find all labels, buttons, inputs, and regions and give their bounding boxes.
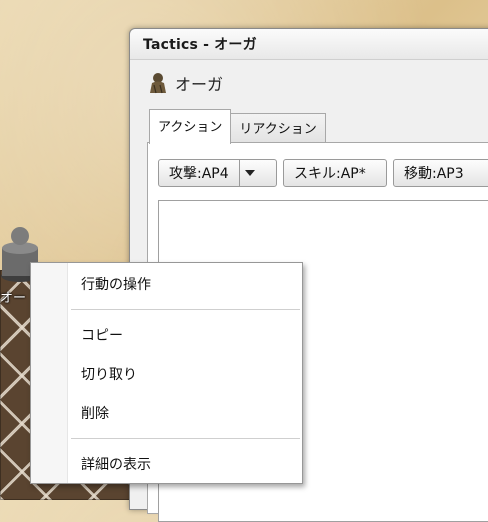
- menu-item-show-details[interactable]: 詳細の表示: [81, 454, 151, 474]
- menu-item-copy[interactable]: コピー: [81, 325, 123, 345]
- menu-item-action-operation[interactable]: 行動の操作: [81, 274, 151, 294]
- tab-bar: アクション リアクション: [149, 109, 326, 144]
- chevron-down-icon[interactable]: [240, 160, 260, 186]
- game-piece-label: オー: [0, 291, 27, 306]
- skill-button[interactable]: スキル:AP*: [283, 159, 387, 187]
- menu-item-delete[interactable]: 削除: [81, 403, 109, 423]
- move-button-label: 移動:AP3: [404, 166, 464, 182]
- attack-split-button[interactable]: 攻撃:AP4: [158, 159, 277, 187]
- context-menu: 行動の操作 コピー 切り取り 削除 詳細の表示: [30, 262, 303, 484]
- tab-action[interactable]: アクション: [149, 109, 232, 144]
- menu-separator: [71, 438, 300, 439]
- menu-separator: [71, 309, 300, 310]
- unit-name: オーガ: [175, 75, 224, 94]
- unit-header: オーガ: [147, 71, 223, 95]
- window-titlebar[interactable]: Tactics - オーガ: [130, 29, 488, 60]
- action-button-row: 攻撃:AP4 スキル:AP* 移動:AP3: [158, 159, 488, 187]
- menu-item-cut[interactable]: 切り取り: [81, 364, 137, 384]
- context-menu-gutter: [31, 263, 68, 483]
- move-button[interactable]: 移動:AP3: [393, 159, 488, 187]
- attack-button[interactable]: 攻撃:AP4: [159, 160, 240, 186]
- skill-button-label: スキル:AP*: [294, 166, 366, 182]
- ogre-icon: [150, 73, 166, 94]
- window-title: Tactics - オーガ: [143, 37, 257, 53]
- tab-reaction[interactable]: リアクション: [230, 113, 326, 144]
